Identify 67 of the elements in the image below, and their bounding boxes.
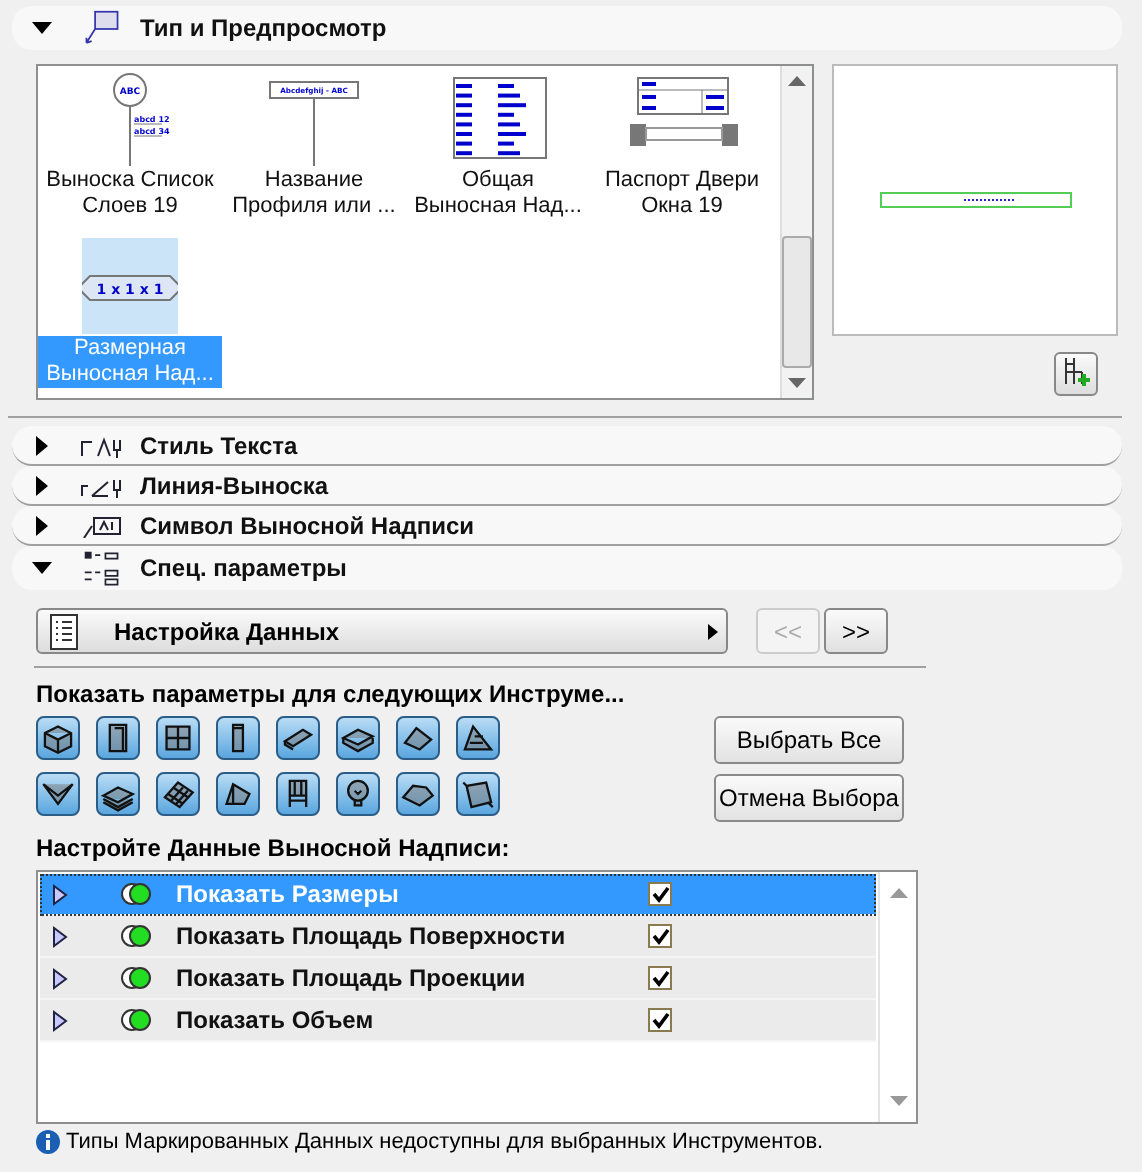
deselect-button[interactable]: Отмена Выбора bbox=[714, 774, 904, 822]
list-icon bbox=[50, 613, 78, 649]
tool-toggle[interactable] bbox=[336, 772, 380, 816]
data-row[interactable]: Показать Площадь Поверхности bbox=[40, 916, 876, 958]
tool-toggle[interactable] bbox=[456, 716, 500, 760]
checkbox[interactable] bbox=[648, 1008, 672, 1032]
expand-arrow[interactable] bbox=[32, 435, 52, 455]
data-row[interactable]: Показать Объем bbox=[40, 1000, 876, 1042]
parameters-icon bbox=[80, 549, 124, 587]
section-title[interactable]: Стиль Текста bbox=[140, 431, 298, 459]
visibility-icon[interactable] bbox=[120, 924, 152, 948]
select-all-button[interactable]: Выбрать Все bbox=[714, 716, 904, 764]
scroll-up-icon[interactable] bbox=[788, 74, 806, 86]
tool-toggle[interactable] bbox=[96, 772, 140, 816]
table-label: Настройте Данные Выносной Надписи: bbox=[36, 834, 512, 862]
gallery-item[interactable]: Общая Выносная Над... bbox=[406, 70, 590, 238]
visibility-icon[interactable] bbox=[120, 1008, 152, 1032]
checkbox[interactable] bbox=[648, 882, 672, 906]
tool-toggle[interactable] bbox=[276, 716, 320, 760]
section-title[interactable]: Линия-Выноска bbox=[140, 471, 329, 499]
next-button[interactable]: >> bbox=[824, 608, 888, 654]
section-title[interactable]: Спец. параметры bbox=[140, 554, 347, 582]
grid-icon bbox=[160, 776, 196, 812]
info-text: Типы Маркированных Данных недоступны для выбранных Инструментов. bbox=[66, 1130, 824, 1154]
collapse-arrow[interactable] bbox=[32, 18, 52, 38]
data-row[interactable]: Показать Площадь Проекции bbox=[40, 958, 876, 1000]
expand-arrow[interactable] bbox=[52, 967, 68, 989]
row-label: Показать Площадь Поверхности bbox=[176, 922, 568, 950]
tool-toggle[interactable] bbox=[216, 772, 260, 816]
row-label: Показать Объем bbox=[176, 1006, 376, 1034]
data-settings-dropdown[interactable]: Настройка Данных bbox=[36, 608, 728, 654]
tool-toggle[interactable] bbox=[276, 772, 320, 816]
submenu-arrow-icon bbox=[708, 623, 718, 639]
tool-toggle[interactable] bbox=[456, 772, 500, 816]
tool-toggle[interactable] bbox=[336, 716, 380, 760]
tool-toggle[interactable] bbox=[36, 772, 80, 816]
tool-toggle[interactable] bbox=[396, 716, 440, 760]
scroll-down-icon[interactable] bbox=[889, 1096, 907, 1106]
scroll-up-icon[interactable] bbox=[889, 888, 907, 898]
expand-arrow[interactable] bbox=[32, 515, 52, 535]
callout-icon bbox=[80, 9, 124, 47]
tool-toggle[interactable] bbox=[36, 716, 80, 760]
expand-arrow[interactable] bbox=[52, 925, 68, 947]
gallery-item[interactable]: Паспорт Двери Окна 19 bbox=[590, 70, 774, 238]
scroll-down-icon[interactable] bbox=[788, 378, 806, 390]
tool-toggle[interactable] bbox=[156, 772, 200, 816]
checkbox[interactable] bbox=[648, 924, 672, 948]
info-icon bbox=[36, 1130, 60, 1154]
window-icon bbox=[160, 720, 196, 756]
row-label: Показать Размеры bbox=[176, 880, 401, 908]
checkbox[interactable] bbox=[648, 966, 672, 990]
tool-toggle[interactable] bbox=[396, 772, 440, 816]
tools-label: Показать параметры для следующих Инструме... bbox=[36, 680, 627, 708]
scrollbar[interactable] bbox=[780, 66, 812, 398]
section-title[interactable]: Тип и Предпросмотр bbox=[140, 14, 387, 42]
visibility-icon[interactable] bbox=[120, 882, 152, 906]
visibility-icon[interactable] bbox=[120, 966, 152, 990]
tool-toggle[interactable] bbox=[156, 716, 200, 760]
expand-arrow[interactable] bbox=[32, 475, 52, 495]
tool-toggle[interactable] bbox=[216, 716, 260, 760]
expand-arrow[interactable] bbox=[52, 1009, 68, 1031]
collapse-arrow[interactable] bbox=[32, 558, 52, 578]
add-favorite-button[interactable] bbox=[1054, 352, 1098, 396]
chair-plus-icon bbox=[1060, 355, 1092, 387]
tool-toggle[interactable] bbox=[96, 716, 140, 760]
expand-arrow[interactable] bbox=[52, 883, 68, 905]
row-label: Показать Площадь Проекции bbox=[176, 964, 528, 992]
